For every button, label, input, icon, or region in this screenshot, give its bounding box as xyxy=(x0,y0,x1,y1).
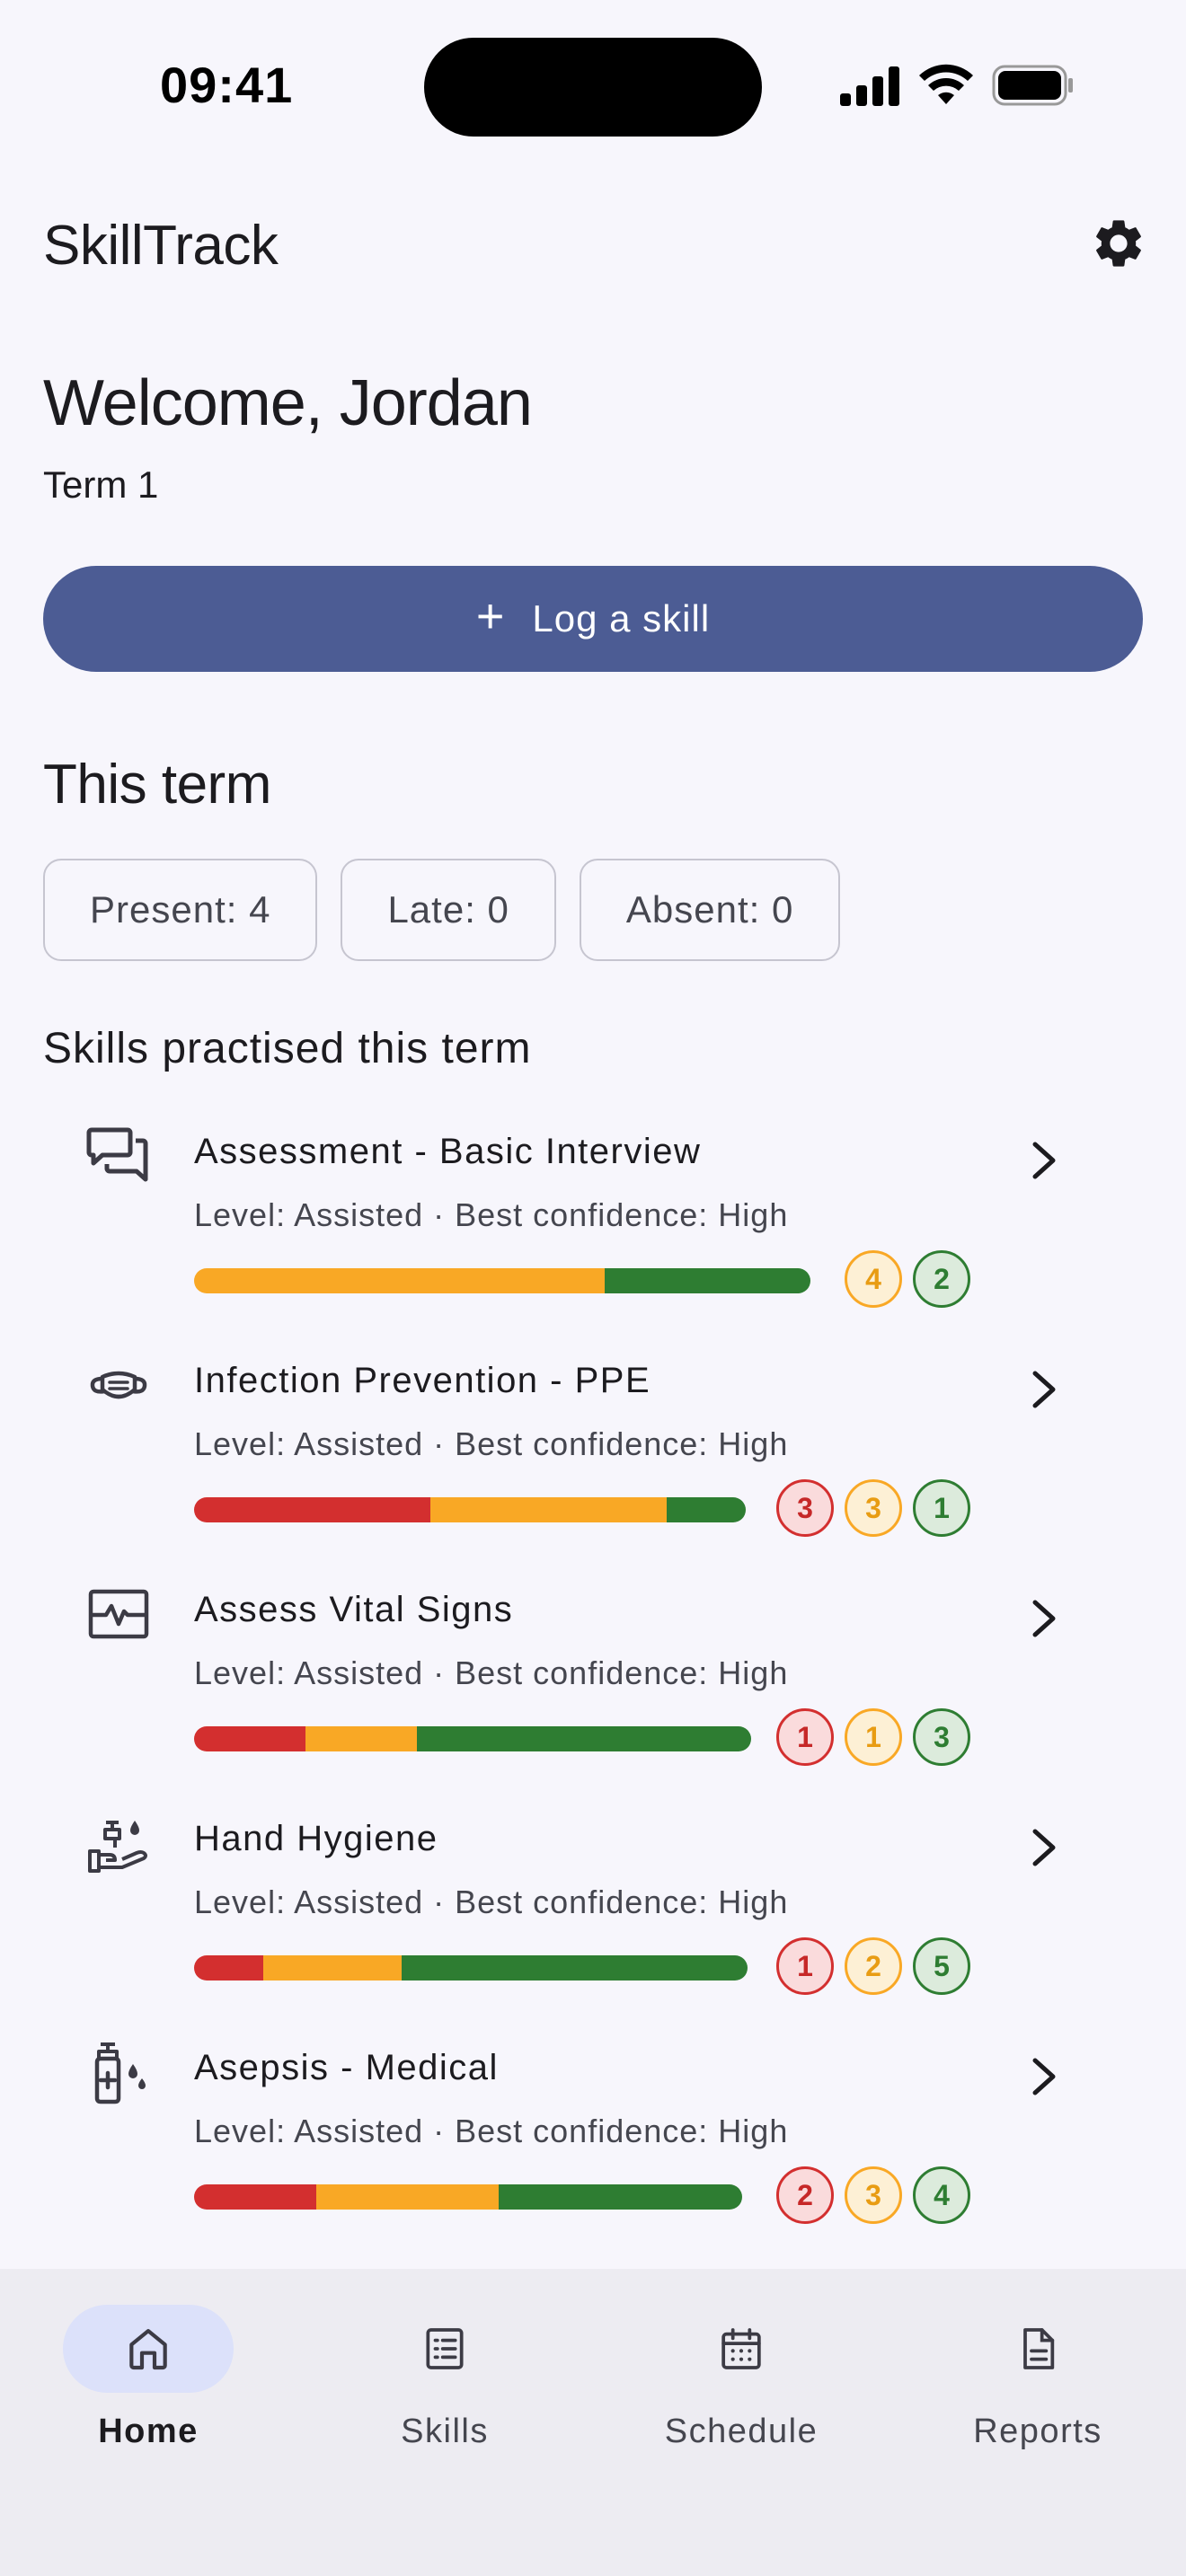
skills-practised-title: Skills practised this term xyxy=(43,1025,532,1072)
dynamic-island xyxy=(424,38,762,137)
absent-chip[interactable]: Absent: 0 xyxy=(579,859,841,961)
low-confidence-segment xyxy=(194,1726,305,1751)
red-count-badge: 2 xyxy=(776,2166,834,2224)
confidence-badges: 234 xyxy=(776,2166,970,2224)
orange-count-badge: 1 xyxy=(845,1708,902,1766)
skill-item[interactable]: Asepsis - Medical Level: Assisted · Best… xyxy=(0,2041,1186,2270)
red-count-badge: 3 xyxy=(776,1479,834,1537)
log-skill-label: Log a skill xyxy=(532,597,711,640)
skill-name: Assess Vital Signs xyxy=(194,1590,514,1629)
confidence-bar xyxy=(194,2184,742,2210)
confidence-badges: 42 xyxy=(845,1250,970,1308)
status-time: 09:41 xyxy=(160,57,294,113)
confidence-bar xyxy=(194,1955,748,1981)
skill-item[interactable]: Assess Vital Signs Level: Assisted · Bes… xyxy=(0,1583,1186,1812)
chat-bubbles-icon xyxy=(86,1127,148,1182)
vital-signs-monitor-icon xyxy=(88,1589,149,1639)
chevron-right-icon xyxy=(1032,1600,1056,1637)
log-skill-button[interactable]: + Log a skill xyxy=(43,566,1143,672)
nav-home[interactable]: Home xyxy=(36,2305,261,2450)
document-icon xyxy=(1023,2328,1055,2369)
this-term-title: This term xyxy=(43,754,271,816)
battery-icon xyxy=(992,65,1073,106)
skill-meta: Level: Assisted · Best confidence: High xyxy=(194,1883,789,1920)
present-chip[interactable]: Present: 4 xyxy=(43,859,318,961)
high-confidence-segment xyxy=(402,1955,748,1981)
low-confidence-segment xyxy=(194,2184,316,2210)
skill-meta: Level: Assisted · Best confidence: High xyxy=(194,1654,789,1691)
medium-confidence-segment xyxy=(430,1497,668,1522)
medium-confidence-segment xyxy=(315,2184,499,2210)
skill-name: Assessment - Basic Interview xyxy=(194,1132,702,1171)
skill-meta: Level: Assisted · Best confidence: High xyxy=(194,1425,789,1462)
skill-name: Infection Prevention - PPE xyxy=(194,1361,651,1400)
high-confidence-segment xyxy=(498,2184,742,2210)
hand-wash-icon xyxy=(88,1821,147,1873)
settings-button[interactable] xyxy=(1087,212,1150,275)
skill-item[interactable]: Assessment - Basic Interview Level: Assi… xyxy=(0,1125,1186,1354)
chevron-right-icon xyxy=(1032,1142,1056,1179)
low-confidence-segment xyxy=(194,1497,431,1522)
nav-schedule-label: Schedule xyxy=(664,2413,819,2450)
confidence-bar xyxy=(194,1497,746,1522)
confidence-badges: 125 xyxy=(776,1937,970,1995)
nav-active-indicator xyxy=(63,2305,234,2393)
chevron-right-icon xyxy=(1032,2058,1056,2095)
plus-icon: + xyxy=(475,589,506,643)
orange-count-badge: 3 xyxy=(845,1479,902,1537)
orange-count-badge: 4 xyxy=(845,1250,902,1308)
term-label: Term 1 xyxy=(43,463,159,506)
green-count-badge: 4 xyxy=(913,2166,970,2224)
medium-confidence-segment xyxy=(305,1726,417,1751)
confidence-bar xyxy=(194,1726,751,1751)
chevron-right-icon xyxy=(1032,1371,1056,1408)
gear-icon xyxy=(1096,220,1141,267)
home-icon xyxy=(129,2329,167,2370)
red-count-badge: 1 xyxy=(776,1937,834,1995)
status-bar: 09:41 xyxy=(0,0,1186,171)
nav-home-label: Home xyxy=(98,2413,199,2450)
green-count-badge: 1 xyxy=(913,1479,970,1537)
nav-reports[interactable]: Reports xyxy=(925,2305,1150,2450)
medium-confidence-segment xyxy=(263,1955,402,1981)
home-screen: 09:41 SkillTrack Welcome, Jordan Term 1 … xyxy=(0,0,1186,2576)
skill-item[interactable]: Hand Hygiene Level: Assisted · Best conf… xyxy=(0,1812,1186,2041)
nav-skills-label: Skills xyxy=(401,2413,489,2450)
confidence-badges: 331 xyxy=(776,1479,970,1537)
attendance-chips: Present: 4 Late: 0 Absent: 0 xyxy=(43,859,841,961)
low-confidence-segment xyxy=(194,1955,263,1981)
green-count-badge: 2 xyxy=(913,1250,970,1308)
wifi-icon xyxy=(919,64,973,104)
nav-reports-label: Reports xyxy=(973,2413,1102,2450)
skill-name: Hand Hygiene xyxy=(194,1819,438,1858)
orange-count-badge: 2 xyxy=(845,1937,902,1995)
confidence-badges: 113 xyxy=(776,1708,970,1766)
confidence-bar xyxy=(194,1268,810,1293)
nav-schedule[interactable]: Schedule xyxy=(629,2305,854,2450)
high-confidence-segment xyxy=(667,1497,746,1522)
green-count-badge: 3 xyxy=(913,1708,970,1766)
app-title: SkillTrack xyxy=(43,215,279,277)
list-icon xyxy=(426,2328,464,2369)
cellular-signal-icon xyxy=(840,66,899,106)
medium-confidence-segment xyxy=(194,1268,606,1293)
red-count-badge: 1 xyxy=(776,1708,834,1766)
high-confidence-segment xyxy=(417,1726,751,1751)
bottom-navigation: Home Skills Schedule Reports xyxy=(0,2269,1186,2576)
skill-meta: Level: Assisted · Best confidence: High xyxy=(194,2113,789,2149)
skill-item[interactable]: Infection Prevention - PPE Level: Assist… xyxy=(0,1354,1186,1583)
orange-count-badge: 3 xyxy=(845,2166,902,2224)
late-chip[interactable]: Late: 0 xyxy=(341,859,556,961)
face-mask-icon xyxy=(90,1371,147,1399)
calendar-icon xyxy=(721,2328,761,2369)
skill-meta: Level: Assisted · Best confidence: High xyxy=(194,1196,789,1233)
green-count-badge: 5 xyxy=(913,1937,970,1995)
nav-skills[interactable]: Skills xyxy=(332,2305,557,2450)
welcome-heading: Welcome, Jordan xyxy=(43,367,533,439)
chevron-right-icon xyxy=(1032,1829,1056,1866)
high-confidence-segment xyxy=(605,1268,810,1293)
skill-name: Asepsis - Medical xyxy=(194,2048,499,2087)
sanitizer-bottle-icon xyxy=(94,2042,146,2104)
